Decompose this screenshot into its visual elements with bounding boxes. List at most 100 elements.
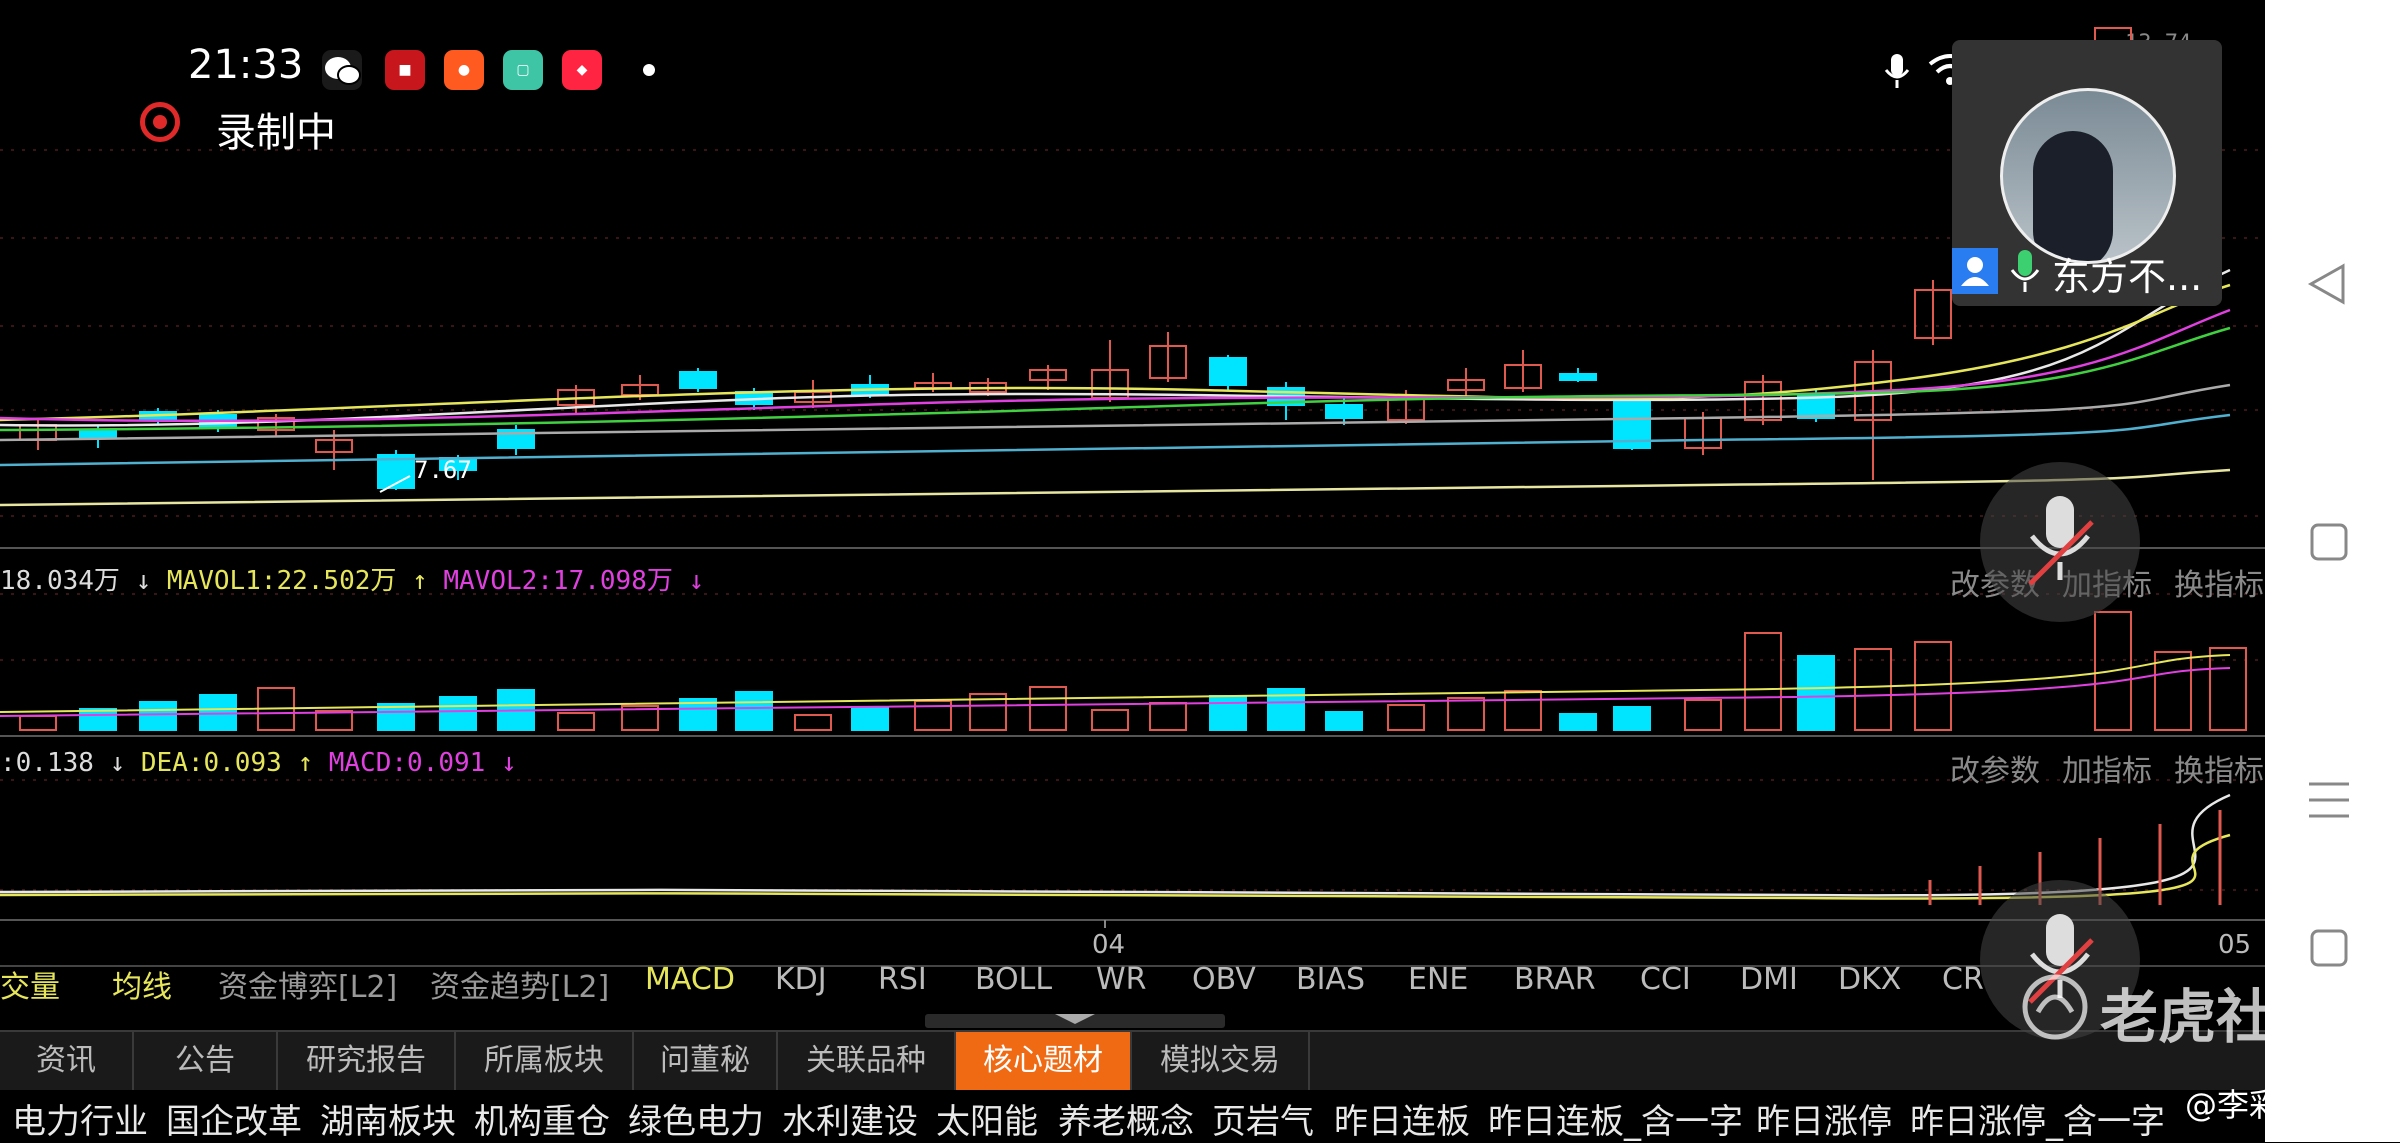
- record-icon: [140, 102, 180, 142]
- volume-bar: [1325, 711, 1363, 731]
- status-time: 21:33: [188, 42, 304, 88]
- tab-research-reports[interactable]: 研究报告: [278, 1032, 456, 1090]
- notification-dot: [643, 64, 655, 76]
- tab-volume[interactable]: 成交量: [0, 962, 60, 1006]
- macd-change-params-button[interactable]: 改参数: [1950, 746, 2040, 790]
- info-nav-tabs: 资讯 公告 研究报告 所属板块 问董秘 关联品种 核心题材 模拟交易: [0, 1030, 2265, 1090]
- vol-value: 18.034万: [0, 566, 120, 596]
- candle-body: [79, 429, 117, 438]
- volume-legend: 18.034万 ↓ MAVOL1:22.502万 ↑ MAVOL2:17.098…: [0, 560, 704, 597]
- macd-switch-indicator-button[interactable]: 换指标: [2174, 746, 2264, 790]
- app-orange-icon: ●: [444, 50, 484, 90]
- dea-value: DEA:0.093: [140, 748, 282, 778]
- macd-add-indicator-button[interactable]: 加指标: [2062, 746, 2152, 790]
- macd-value: MACD:0.091: [328, 748, 486, 778]
- panel-collapse-handle[interactable]: [925, 1014, 1225, 1028]
- volume-bar: [1149, 702, 1187, 731]
- mic-status-icon: [1882, 52, 1912, 96]
- concept-tag[interactable]: 太阳能: [936, 1094, 1038, 1143]
- concept-tag[interactable]: 昨日涨停: [1756, 1094, 1892, 1143]
- tiger-logo-icon: [2020, 972, 2090, 1046]
- caller-name: 东方不...: [2052, 255, 2203, 299]
- back-icon[interactable]: [2305, 262, 2349, 310]
- tab-kdj[interactable]: KDJ: [775, 962, 827, 997]
- arrow-up-icon: ↑: [297, 748, 329, 778]
- volume-bar: [2209, 647, 2247, 731]
- concept-tag[interactable]: 机构重仓: [474, 1094, 610, 1143]
- menu-icon[interactable]: [2307, 780, 2351, 824]
- volume-bar: [19, 715, 57, 731]
- tab-rsi[interactable]: RSI: [878, 962, 927, 997]
- tab-dkx[interactable]: DKX: [1838, 962, 1901, 997]
- concept-tag[interactable]: 昨日涨停_含一字: [1910, 1094, 2165, 1143]
- concept-tag[interactable]: 电力行业: [12, 1094, 148, 1143]
- volume-bar: [315, 710, 353, 731]
- tab-cr[interactable]: CR: [1942, 962, 1984, 997]
- moving-average-line: [0, 468, 2231, 507]
- arrow-down-icon: ↓: [109, 748, 141, 778]
- dea-line: [0, 833, 2231, 900]
- arrow-down-icon: ↓: [688, 566, 705, 596]
- concept-tag[interactable]: 昨日连板_含一字: [1488, 1094, 1743, 1143]
- candle-body: [1325, 404, 1363, 419]
- tab-cci[interactable]: CCI: [1640, 962, 1691, 997]
- concept-tag[interactable]: 页岩气: [1212, 1094, 1314, 1143]
- tab-macd[interactable]: MACD: [645, 962, 735, 997]
- video-call-overlay[interactable]: 东方不...: [1952, 40, 2222, 306]
- volume-bar: [79, 708, 117, 731]
- home-icon[interactable]: [2309, 522, 2349, 566]
- muted-mic-button[interactable]: [1980, 462, 2140, 622]
- system-nav-bar: [2265, 0, 2400, 1142]
- tab-ma[interactable]: 均线: [112, 962, 172, 1006]
- mavol2-line: [0, 667, 2231, 717]
- recording-label: 录制中: [216, 110, 336, 156]
- concept-tag[interactable]: 绿色电力: [628, 1094, 764, 1143]
- chevron-down-icon: [1055, 1014, 1095, 1024]
- tab-obv[interactable]: OBV: [1192, 962, 1256, 997]
- volume-switch-indicator-button[interactable]: 换指标: [2174, 560, 2264, 604]
- candle-body: [1559, 373, 1597, 381]
- volume-bar: [439, 696, 477, 731]
- tab-wr[interactable]: WR: [1096, 962, 1147, 997]
- volume-bar: [794, 714, 832, 731]
- low-price-label: 7.67: [414, 456, 472, 484]
- volume-bar: [1209, 695, 1247, 731]
- tab-sectors[interactable]: 所属板块: [456, 1032, 634, 1090]
- tab-core-themes[interactable]: 核心题材: [956, 1032, 1132, 1090]
- x-axis-label-05: 05: [2218, 930, 2252, 960]
- xiaohongshu-icon: ◆: [562, 50, 602, 90]
- tab-ask-secretary[interactable]: 问董秘: [634, 1032, 778, 1090]
- arrow-down-icon: ↓: [500, 748, 517, 778]
- volume-bar: [139, 701, 177, 731]
- core-theme-list: 电力行业 国企改革 湖南板块 机构重仓 绿色电力 水利建设 太阳能 养老概念 页…: [0, 1092, 2265, 1142]
- indicator-tab-row: 成交量 均线 资金博弈[L2] 资金趋势[L2] MACD KDJ RSI BO…: [0, 962, 2265, 1014]
- volume-bar: [1684, 699, 1722, 731]
- concept-tag[interactable]: 湖南板块: [320, 1094, 456, 1143]
- candle-body: [1209, 357, 1247, 386]
- concept-tag[interactable]: 国企改革: [166, 1094, 302, 1143]
- macd-legend: :0.138 ↓ DEA:0.093 ↑ MACD:0.091 ↓: [0, 748, 517, 778]
- tab-capital-game[interactable]: 资金博弈[L2]: [218, 962, 397, 1006]
- volume-bar: [1797, 655, 1835, 731]
- tab-bias[interactable]: BIAS: [1296, 962, 1365, 997]
- tab-dmi[interactable]: DMI: [1740, 962, 1798, 997]
- tab-news[interactable]: 资讯: [0, 1032, 134, 1090]
- tab-related-products[interactable]: 关联品种: [778, 1032, 956, 1090]
- tab-simulated-trading[interactable]: 模拟交易: [1132, 1032, 1310, 1090]
- tab-announcements[interactable]: 公告: [134, 1032, 278, 1090]
- recents-icon[interactable]: [2309, 928, 2349, 972]
- tab-ene[interactable]: ENE: [1408, 962, 1468, 997]
- tab-capital-trend[interactable]: 资金趋势[L2]: [430, 962, 609, 1006]
- concept-tag[interactable]: 昨日连板: [1334, 1094, 1470, 1143]
- volume-bar: [851, 707, 889, 731]
- mavol2-value: MAVOL2:17.098万: [443, 566, 673, 596]
- tab-boll[interactable]: BOLL: [975, 962, 1052, 997]
- tab-brar[interactable]: BRAR: [1514, 962, 1596, 997]
- moving-average-line: [0, 268, 2231, 427]
- volume-bar: [1447, 697, 1485, 731]
- volume-bar: [1387, 704, 1425, 731]
- arrow-up-icon: ↑: [412, 566, 444, 596]
- concept-tag[interactable]: 水利建设: [782, 1094, 918, 1143]
- concept-tag[interactable]: 养老概念: [1058, 1094, 1194, 1143]
- wechat-icon: [322, 50, 362, 90]
